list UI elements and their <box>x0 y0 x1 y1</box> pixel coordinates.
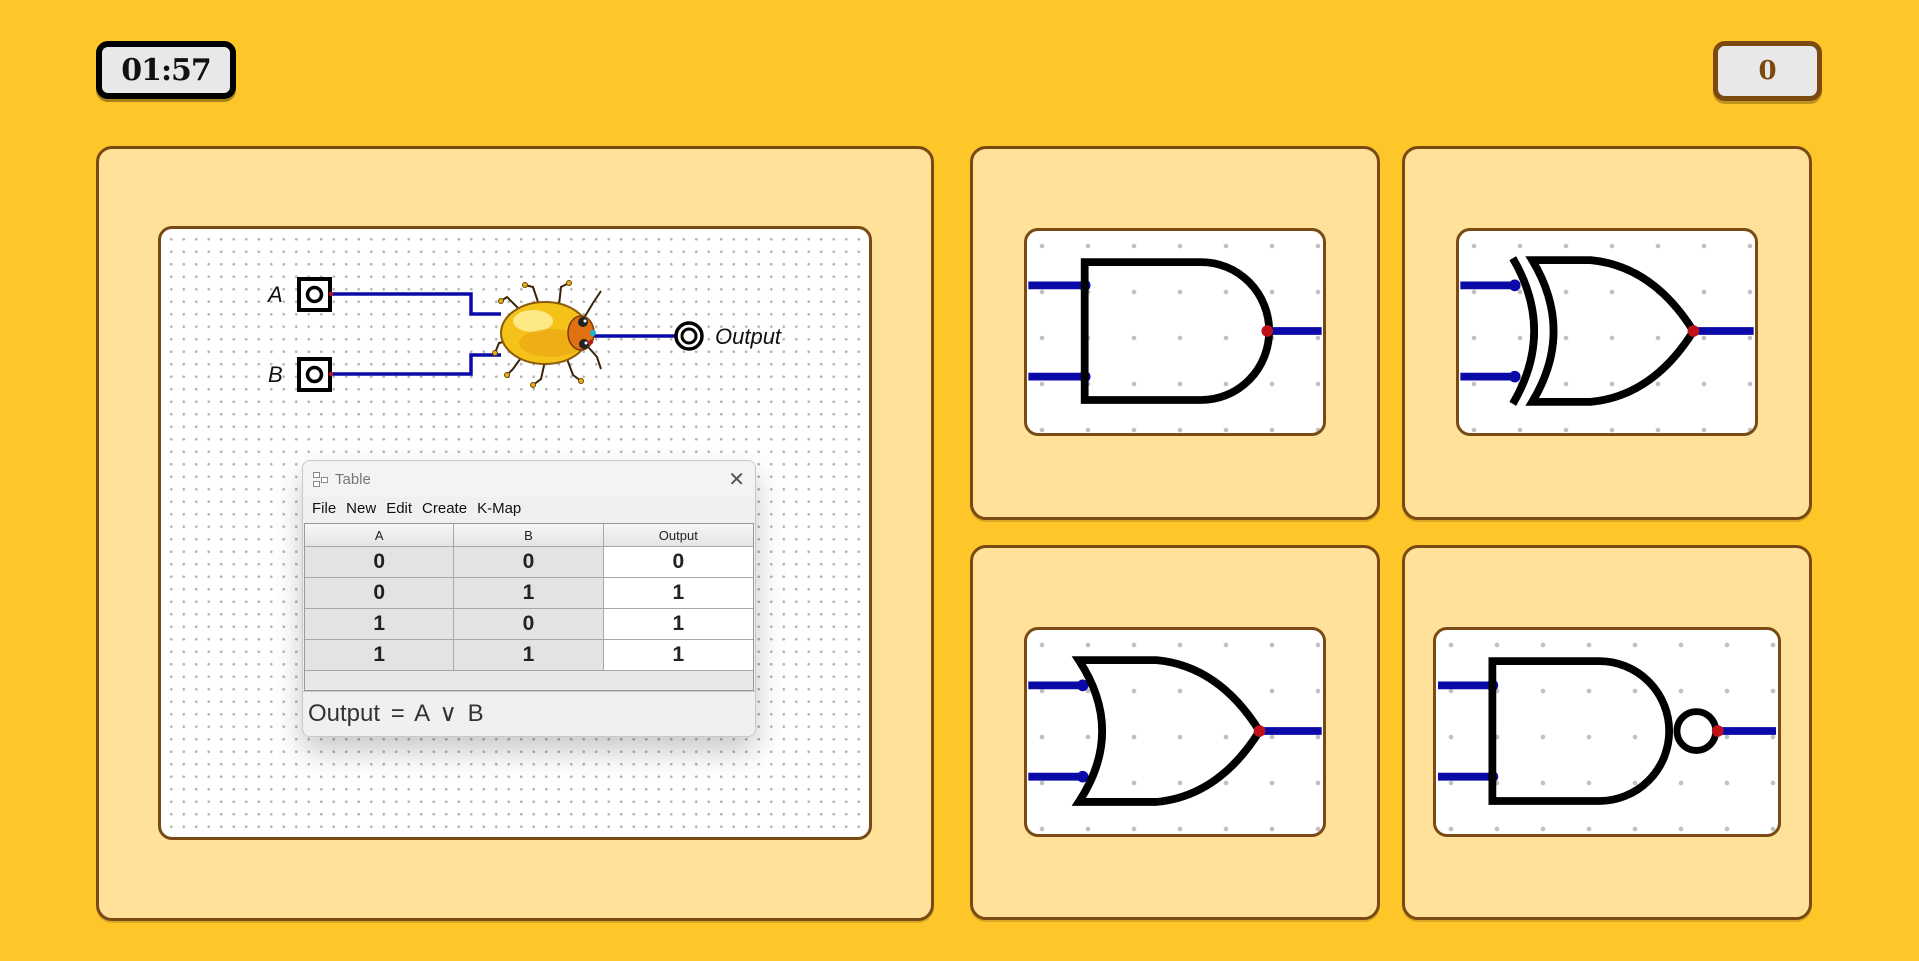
table-row: 1 0 1 <box>305 608 753 639</box>
truth-table-grid: A B Output 0 0 0 0 1 1 1 0 1 1 1 1 <box>304 523 754 691</box>
truth-table-title-bar[interactable]: Table ✕ <box>303 461 755 497</box>
table-cell[interactable]: 1 <box>603 578 753 608</box>
input-a-pin[interactable] <box>297 277 334 312</box>
truth-table-window: Table ✕ File New Edit Create K-Map A B O… <box>302 460 756 737</box>
table-cell: 0 <box>305 547 455 577</box>
column-header-output[interactable]: Output <box>603 524 753 546</box>
menu-create[interactable]: Create <box>417 500 472 517</box>
bug-icon[interactable] <box>492 280 602 388</box>
nand-gate-icon <box>1437 657 1777 805</box>
table-row: 0 1 1 <box>305 577 753 608</box>
table-cell: 0 <box>305 578 455 608</box>
table-cell: 1 <box>454 640 604 670</box>
and-gate-icon <box>1028 258 1322 404</box>
column-header-a[interactable]: A <box>305 524 455 546</box>
table-cell: 0 <box>454 547 604 577</box>
gate-board-or[interactable] <box>1024 627 1326 837</box>
menu-new[interactable]: New <box>341 500 381 517</box>
output-label: Output <box>715 324 782 349</box>
table-cell: 1 <box>305 640 455 670</box>
close-icon[interactable]: ✕ <box>728 467 745 492</box>
input-a-label: A <box>266 282 283 307</box>
output-pin[interactable] <box>674 321 704 351</box>
table-row: 1 1 1 <box>305 639 753 670</box>
column-header-b[interactable]: B <box>454 524 604 546</box>
input-b-pin[interactable] <box>297 357 334 392</box>
xor-gate-icon <box>1460 256 1754 406</box>
gate-board-xor[interactable] <box>1456 228 1758 436</box>
truth-table-menu: File New Edit Create K-Map <box>303 497 755 519</box>
gate-board-nand[interactable] <box>1433 627 1781 837</box>
or-gate-icon <box>1028 656 1322 806</box>
menu-edit[interactable]: Edit <box>381 500 417 517</box>
truth-table-title: Table <box>335 470 371 488</box>
input-b-label: B <box>268 362 283 387</box>
table-cell[interactable]: 1 <box>603 609 753 639</box>
table-cell: 0 <box>454 609 604 639</box>
table-cell[interactable]: 1 <box>603 640 753 670</box>
table-cell: 1 <box>454 578 604 608</box>
gate-board-and[interactable] <box>1024 228 1326 436</box>
menu-file[interactable]: File <box>307 500 341 517</box>
table-row: 0 0 0 <box>305 546 753 577</box>
score-display: 0 <box>1713 41 1822 101</box>
table-cell: 1 <box>305 609 455 639</box>
table-cell[interactable]: 0 <box>603 547 753 577</box>
truth-table-header: A B Output <box>305 524 753 546</box>
timer-display: 01:57 <box>96 41 236 99</box>
menu-kmap[interactable]: K-Map <box>472 500 526 517</box>
table-app-icon <box>313 472 329 487</box>
boolean-expression: Output = A ∨ B <box>303 691 755 734</box>
table-blank-row <box>305 670 753 690</box>
